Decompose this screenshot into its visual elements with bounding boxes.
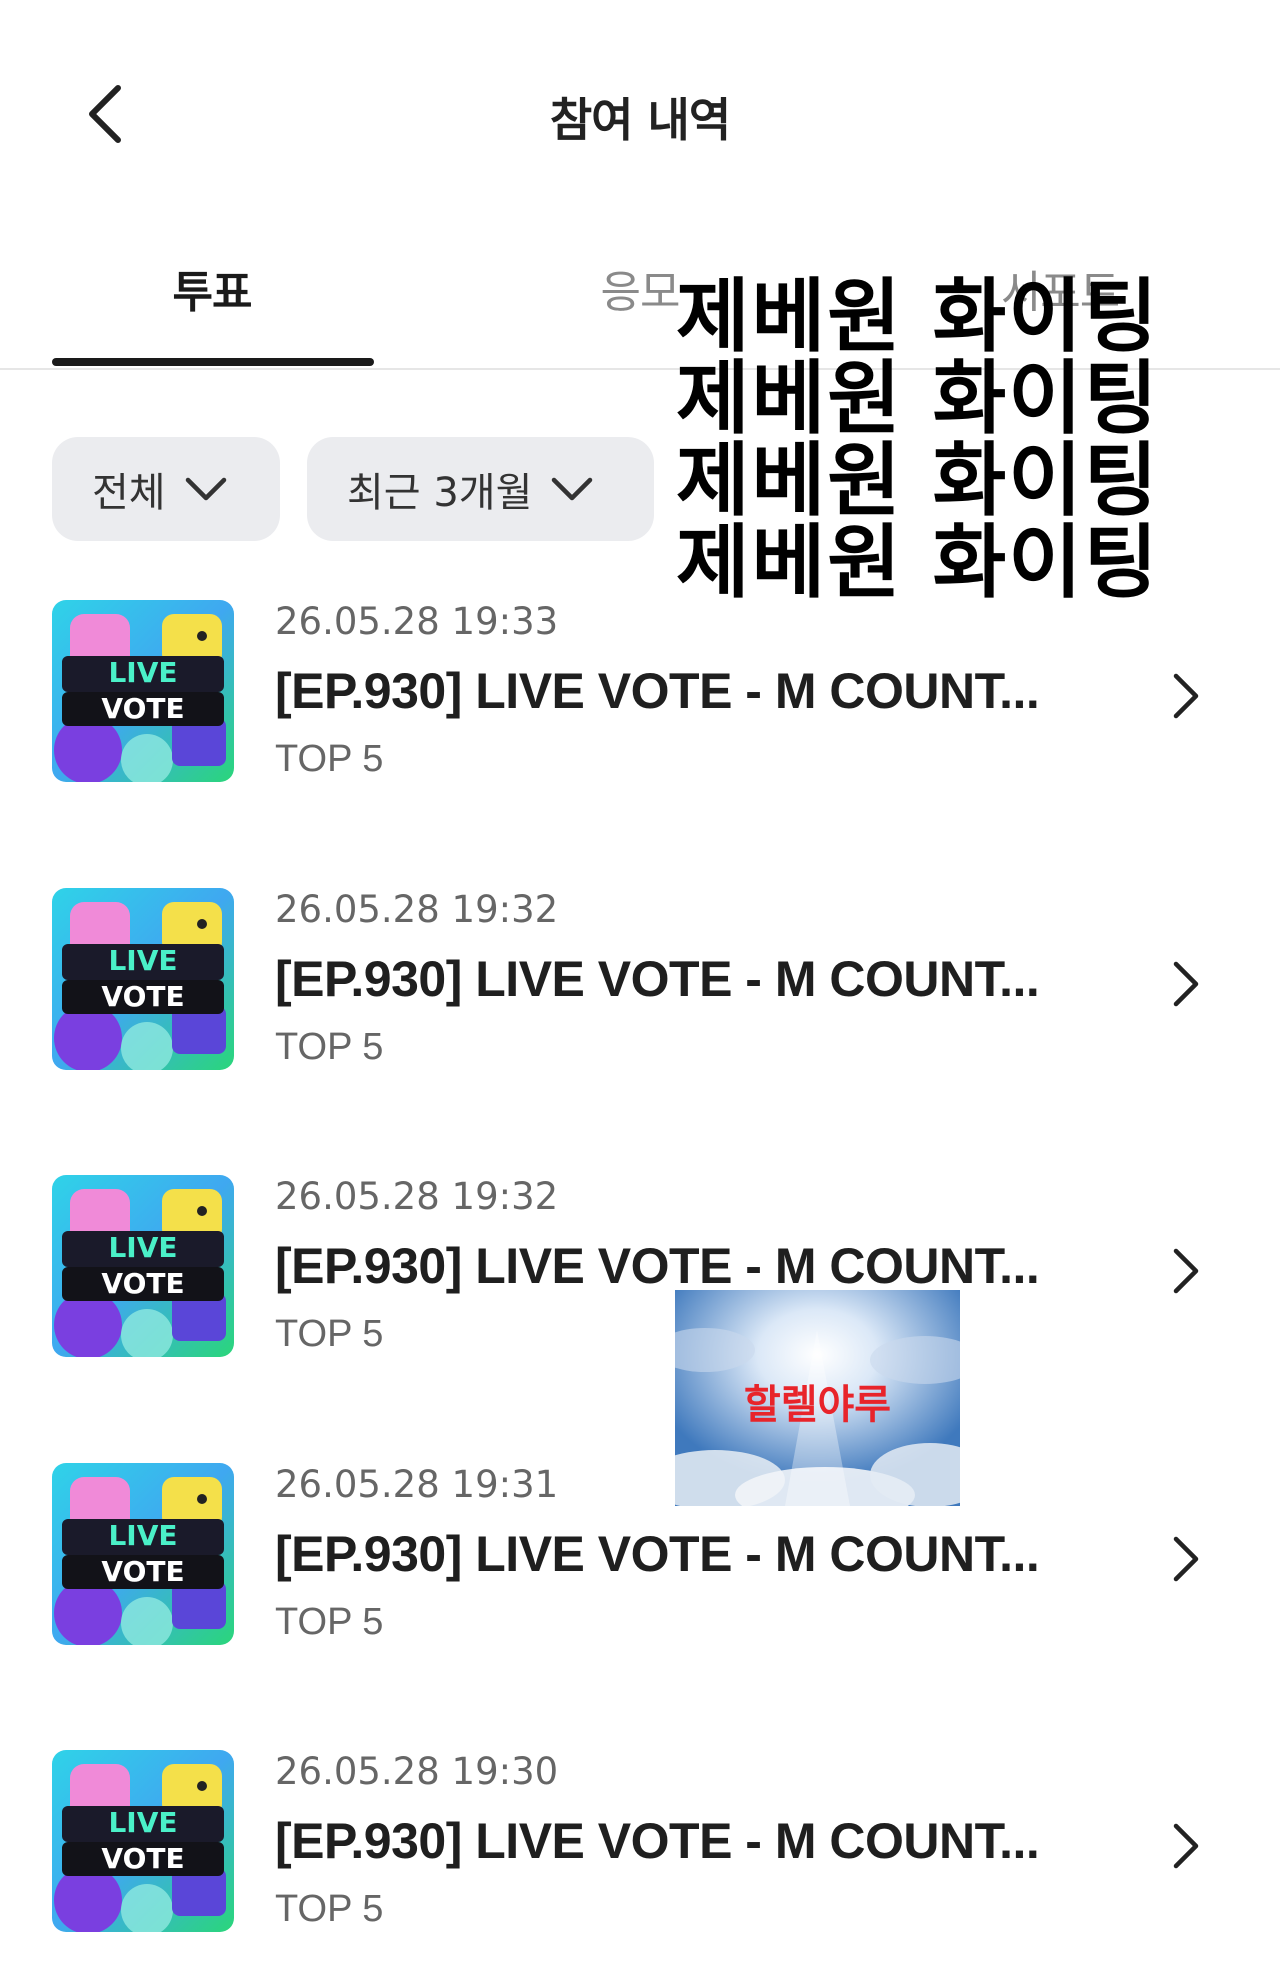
overlay-line: 제베원 화이팅	[676, 516, 1160, 609]
item-title: [EP.930] LIVE VOTE - M COUNT...	[275, 663, 1040, 719]
chevron-right-icon	[1173, 1536, 1199, 1582]
item-thumbnail: LIVE VOTE	[52, 1175, 234, 1357]
page-title: 참여 내역	[549, 93, 731, 147]
item-thumbnail: LIVE VOTE	[52, 888, 234, 1070]
item-rank: TOP 5	[275, 738, 384, 780]
item-date: 26.05.28 19:33	[275, 600, 559, 643]
thumbnail-line2: VOTE	[101, 1842, 184, 1875]
vote-history-item[interactable]: LIVE VOTE 26.05.28 19:31 [EP.930] LIVE V…	[0, 1463, 1280, 1663]
vote-history-item[interactable]: LIVE VOTE 26.05.28 19:30 [EP.930] LIVE V…	[0, 1750, 1280, 1950]
filter-category-dropdown[interactable]: 전체	[52, 437, 280, 541]
item-rank: TOP 5	[275, 1888, 384, 1930]
item-rank: TOP 5	[275, 1601, 384, 1643]
heaven-sticker-image: 할렐야루	[675, 1290, 960, 1506]
overlay-line: 제베원 화이팅	[676, 270, 1160, 363]
vote-history-item[interactable]: LIVE VOTE 26.05.28 19:32 [EP.930] LIVE V…	[0, 1175, 1280, 1375]
filter-category-label: 전체	[92, 470, 166, 516]
chevron-right-icon	[1173, 1823, 1199, 1869]
live-vote-thumbnail-image: LIVE VOTE	[52, 888, 234, 1070]
overlay-cheer-text: 제베원 화이팅 제베원 화이팅 제베원 화이팅 제베원 화이팅	[676, 276, 1196, 604]
item-date: 26.05.28 19:31	[275, 1463, 559, 1506]
item-rank: TOP 5	[275, 1313, 384, 1355]
live-vote-thumbnail-image: LIVE VOTE	[52, 1463, 234, 1645]
vote-history-item[interactable]: LIVE VOTE 26.05.28 19:33 [EP.930] LIVE V…	[0, 600, 1280, 800]
thumbnail-line1: LIVE	[108, 1806, 177, 1839]
item-title: [EP.930] LIVE VOTE - M COUNT...	[275, 1813, 1040, 1869]
chevron-down-icon	[185, 477, 226, 501]
thumbnail-line2: VOTE	[101, 980, 184, 1013]
item-title: [EP.930] LIVE VOTE - M COUNT...	[275, 1526, 1040, 1582]
chevron-right-icon	[1173, 1248, 1199, 1294]
item-date: 26.05.28 19:30	[275, 1750, 559, 1793]
header: 참여 내역	[0, 0, 1280, 230]
live-vote-thumbnail-image: LIVE VOTE	[52, 600, 234, 782]
item-title: [EP.930] LIVE VOTE - M COUNT...	[275, 951, 1040, 1007]
thumbnail-line2: VOTE	[101, 692, 184, 725]
item-thumbnail: LIVE VOTE	[52, 1463, 234, 1645]
tab-vote[interactable]: 투표	[52, 256, 372, 356]
item-thumbnail: LIVE VOTE	[52, 600, 234, 782]
filter-period-label: 최근 3개월	[347, 470, 533, 516]
overlay-line: 제베원 화이팅	[676, 434, 1160, 527]
thumbnail-line1: LIVE	[108, 656, 177, 689]
item-date: 26.05.28 19:32	[275, 1175, 559, 1218]
chevron-right-icon	[1173, 673, 1199, 719]
thumbnail-line1: LIVE	[108, 944, 177, 977]
thumbnail-line2: VOTE	[101, 1555, 184, 1588]
active-tab-indicator	[52, 358, 374, 366]
overlay-line: 제베원 화이팅	[676, 352, 1160, 445]
item-title: [EP.930] LIVE VOTE - M COUNT...	[275, 1238, 1040, 1294]
sticker-caption: 할렐야루	[743, 1382, 892, 1428]
vote-history-item[interactable]: LIVE VOTE 26.05.28 19:32 [EP.930] LIVE V…	[0, 888, 1280, 1088]
item-thumbnail: LIVE VOTE	[52, 1750, 234, 1932]
live-vote-thumbnail-image: LIVE VOTE	[52, 1175, 234, 1357]
chevron-down-icon	[552, 477, 593, 501]
thumbnail-line2: VOTE	[101, 1267, 184, 1300]
item-date: 26.05.28 19:32	[275, 888, 559, 931]
live-vote-thumbnail-image: LIVE VOTE	[52, 1750, 234, 1932]
thumbnail-line1: LIVE	[108, 1231, 177, 1264]
thumbnail-line1: LIVE	[108, 1519, 177, 1552]
filter-period-dropdown[interactable]: 최근 3개월	[307, 437, 654, 541]
chevron-right-icon	[1173, 961, 1199, 1007]
item-rank: TOP 5	[275, 1026, 384, 1068]
